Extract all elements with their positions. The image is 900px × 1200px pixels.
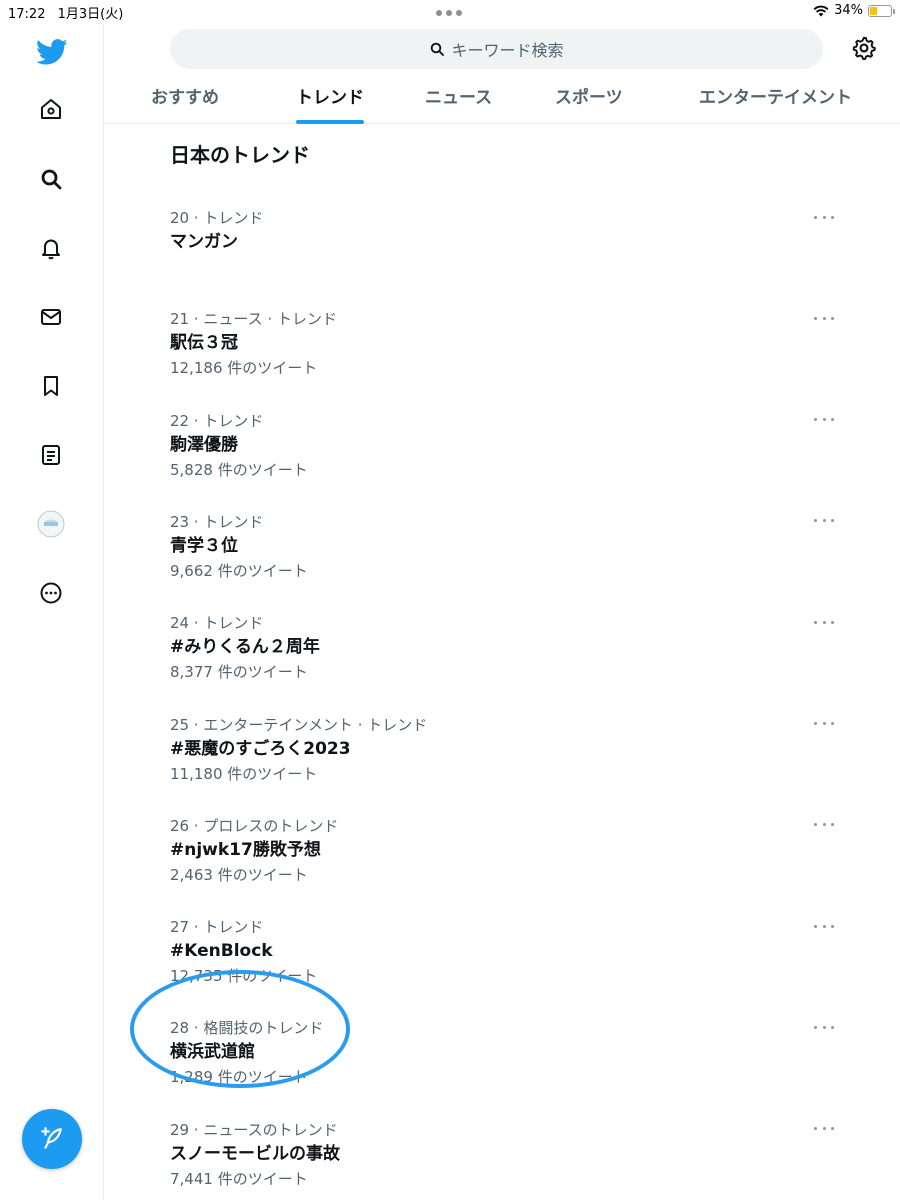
- trend-more-icon[interactable]: [814, 815, 834, 835]
- trend-meta: 28 · 格闘技のトレンド: [170, 1019, 324, 1038]
- trend-more-icon[interactable]: [814, 308, 834, 328]
- section-title: 日本のトレンド: [170, 143, 310, 167]
- trend-tweet-count: 2,463 件のツイート: [170, 865, 308, 884]
- trend-name: 駅伝３冠: [170, 333, 238, 354]
- trend-item[interactable]: 29 · ニュースのトレンド スノーモービルの事故 7,441 件のツイート: [170, 1119, 850, 1200]
- trend-more-icon[interactable]: [814, 1017, 834, 1037]
- status-time: 17:22: [8, 7, 46, 22]
- home-icon[interactable]: [36, 94, 66, 124]
- trend-item[interactable]: 24 · トレンド #みりくるん２周年 8,377 件のツイート: [170, 612, 850, 702]
- battery-percent: 34%: [834, 3, 863, 18]
- trend-more-icon[interactable]: [814, 916, 834, 936]
- trend-name: #悪魔のすごろく2023: [170, 738, 351, 759]
- status-bar: 17:22 1月3日(火) 34%: [0, 0, 900, 24]
- lists-icon[interactable]: [36, 440, 66, 470]
- bookmarks-icon[interactable]: [36, 371, 66, 401]
- trend-meta: 20 · トレンド: [170, 209, 264, 227]
- multitasking-dots[interactable]: [436, 10, 462, 16]
- trend-meta: 24 · トレンド: [170, 614, 264, 633]
- status-bar-right: 34%: [813, 3, 895, 18]
- search-icon[interactable]: [36, 164, 66, 194]
- trend-meta: 23 · トレンド: [170, 512, 264, 531]
- trend-meta: 22 · トレンド: [170, 411, 264, 430]
- settings-icon: [852, 36, 876, 61]
- notifications-icon[interactable]: [36, 233, 66, 263]
- trend-tweet-count: 7,441 件のツイート: [170, 1169, 308, 1188]
- trend-name: マンガン: [170, 232, 238, 252]
- trend-tweet-count: 11,180 件のツイート: [170, 764, 318, 783]
- trend-name: #njwk17勝敗予想: [170, 839, 321, 860]
- trend-meta: 29 · ニュースのトレンド: [170, 1120, 338, 1139]
- compose-tweet-icon: [41, 1127, 62, 1149]
- profile-avatar[interactable]: [36, 509, 66, 539]
- trend-tweet-count: 8,377 件のツイート: [170, 663, 308, 682]
- settings-button[interactable]: [851, 35, 879, 63]
- twitter-logo-icon[interactable]: [34, 34, 70, 70]
- trend-item[interactable]: 23 · トレンド 青学３位 9,662 件のツイート: [170, 511, 850, 601]
- trend-item[interactable]: 22 · トレンド 駒澤優勝 5,828 件のツイート: [170, 410, 850, 500]
- trend-tweet-count: 12,186 件のツイート: [170, 359, 318, 378]
- trend-tweet-count: 1,289 件のツイート: [170, 1068, 308, 1087]
- messages-icon[interactable]: [36, 302, 66, 332]
- trend-tweet-count: 5,828 件のツイート: [170, 460, 308, 479]
- search-placeholder: キーワード検索: [451, 41, 564, 60]
- tab-news[interactable]: ニュース: [425, 72, 492, 124]
- trend-name: 横浜武道館: [170, 1042, 255, 1063]
- trend-meta: 21 · ニュース · トレンド: [170, 310, 337, 329]
- trend-name: #みりくるん２周年: [170, 637, 320, 658]
- tab-entertainment[interactable]: エンターテイメント: [699, 72, 852, 124]
- tab-sports[interactable]: スポーツ: [555, 72, 623, 124]
- tab-recommended[interactable]: おすすめ: [151, 72, 219, 124]
- trend-item[interactable]: 20 · トレンド マンガン: [170, 207, 850, 297]
- wifi-icon: [813, 5, 829, 16]
- trend-meta: 25 · エンターテインメント · トレンド: [170, 715, 428, 734]
- trend-name: #KenBlock: [170, 941, 273, 962]
- more-icon[interactable]: [36, 578, 66, 608]
- trend-item[interactable]: 28 · 格闘技のトレンド 横浜武道館 1,289 件のツイート: [170, 1017, 850, 1107]
- trend-name: スノーモービルの事故: [170, 1143, 340, 1164]
- tab-trends[interactable]: トレンド: [296, 72, 364, 124]
- sidebar: [0, 24, 104, 1200]
- search-icon: [431, 42, 445, 56]
- trend-meta: 26 · プロレスのトレンド: [170, 816, 339, 835]
- trend-name: 青学３位: [170, 535, 238, 556]
- status-bar-left: 17:22 1月3日(火): [8, 3, 131, 22]
- trend-more-icon[interactable]: [814, 1119, 834, 1139]
- trend-tweet-count: 12,735 件のツイート: [170, 967, 318, 986]
- trend-item[interactable]: 27 · トレンド #KenBlock 12,735 件のツイート: [170, 916, 850, 1006]
- trend-more-icon[interactable]: [814, 714, 834, 734]
- status-date: 1月3日(火): [57, 7, 124, 22]
- trend-more-icon[interactable]: [814, 612, 834, 632]
- explore-tabs: おすすめ トレンド ニュース スポーツ エンターテイメント: [104, 72, 900, 124]
- trend-more-icon[interactable]: [814, 511, 834, 531]
- battery-icon: [868, 4, 895, 17]
- trend-item[interactable]: 21 · ニュース · トレンド 駅伝３冠 12,186 件のツイート: [170, 308, 850, 398]
- trend-name: 駒澤優勝: [170, 434, 238, 455]
- trend-more-icon[interactable]: [814, 207, 834, 227]
- trend-tweet-count: 9,662 件のツイート: [170, 561, 308, 580]
- search-input[interactable]: キーワード検索: [170, 29, 823, 69]
- compose-tweet-button[interactable]: [22, 1109, 82, 1169]
- trend-more-icon[interactable]: [814, 410, 834, 430]
- trend-item[interactable]: 25 · エンターテインメント · トレンド #悪魔のすごろく2023 11,180…: [170, 714, 850, 804]
- trend-item[interactable]: 26 · プロレスのトレンド #njwk17勝敗予想 2,463 件のツイート: [170, 815, 850, 905]
- trend-meta: 27 · トレンド: [170, 918, 264, 937]
